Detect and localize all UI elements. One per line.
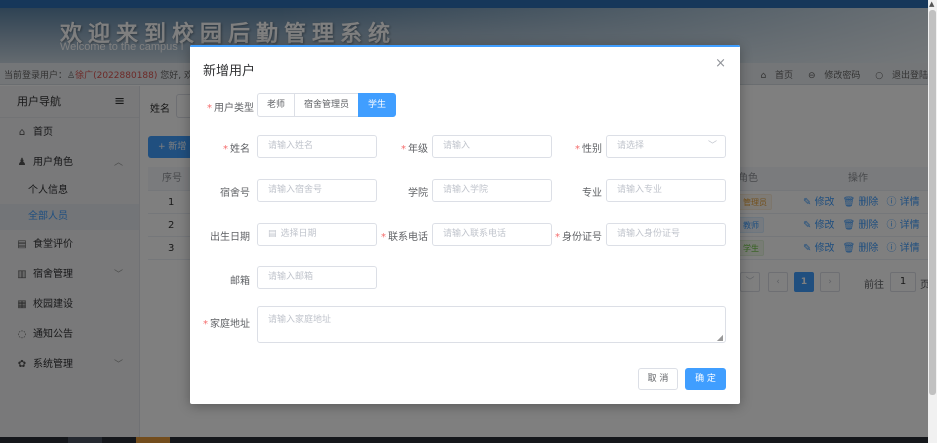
college-input[interactable]: 请输入学院 <box>432 179 552 202</box>
dialog-accent-line <box>190 45 740 47</box>
gender-label: * 性别 <box>575 144 602 155</box>
phone-label: * 联系电话 <box>381 232 428 243</box>
email-input[interactable]: 请输入邮箱 <box>257 266 377 289</box>
calendar-icon: ▤ <box>268 229 277 239</box>
close-icon[interactable]: × <box>715 56 726 71</box>
phone-input[interactable]: 请输入联系电话 <box>432 223 552 246</box>
scrollbar-thumb[interactable] <box>929 10 936 395</box>
name-label: * 姓名 <box>223 144 250 155</box>
name-input[interactable]: 请输入姓名 <box>257 135 377 158</box>
user-type-student[interactable]: 学生 <box>358 93 397 117</box>
confirm-button[interactable]: 确 定 <box>685 368 726 390</box>
email-label: 邮箱 <box>230 276 250 287</box>
user-type-teacher[interactable]: 老师 <box>257 93 296 117</box>
page-scrollbar[interactable]: ▲ <box>928 0 937 443</box>
birthday-picker[interactable]: ▤ 选择日期 <box>257 223 377 246</box>
major-label: 专业 <box>582 188 602 199</box>
address-label: * 家庭地址 <box>203 319 250 330</box>
cancel-button[interactable]: 取 消 <box>638 368 678 390</box>
gender-select[interactable]: 请选择 ﹀ <box>606 135 726 158</box>
scroll-up-icon[interactable]: ▲ <box>929 0 934 8</box>
user-type-dorm-admin[interactable]: 宿舍管理员 <box>294 93 360 117</box>
add-user-dialog: 新增用户 × * 用户类型 老师 宿舍管理员 学生 * 姓名 请输入姓名 * 年级 请… <box>190 45 740 404</box>
idcard-label: * 身份证号 <box>555 232 602 243</box>
dorm-label: 宿舍号 <box>220 188 250 199</box>
major-input[interactable]: 请输入专业 <box>606 179 726 202</box>
user-type-toggle: 老师 宿舍管理员 学生 <box>257 93 397 117</box>
resize-handle-icon[interactable]: ◢ <box>717 333 723 342</box>
address-textarea[interactable]: 请输入家庭地址 ◢ <box>257 306 726 343</box>
chevron-down-icon: ﹀ <box>707 141 717 151</box>
grade-input[interactable]: 请输入 <box>432 135 552 158</box>
birthday-label: 出生日期 <box>210 232 250 243</box>
grade-label: * 年级 <box>401 144 428 155</box>
dialog-title: 新增用户 <box>203 64 256 79</box>
college-label: 学院 <box>408 188 428 199</box>
idcard-input[interactable]: 请输入身份证号 <box>606 223 726 246</box>
user-type-label: * 用户类型 <box>207 103 254 114</box>
dorm-input[interactable]: 请输入宿舍号 <box>257 179 377 202</box>
